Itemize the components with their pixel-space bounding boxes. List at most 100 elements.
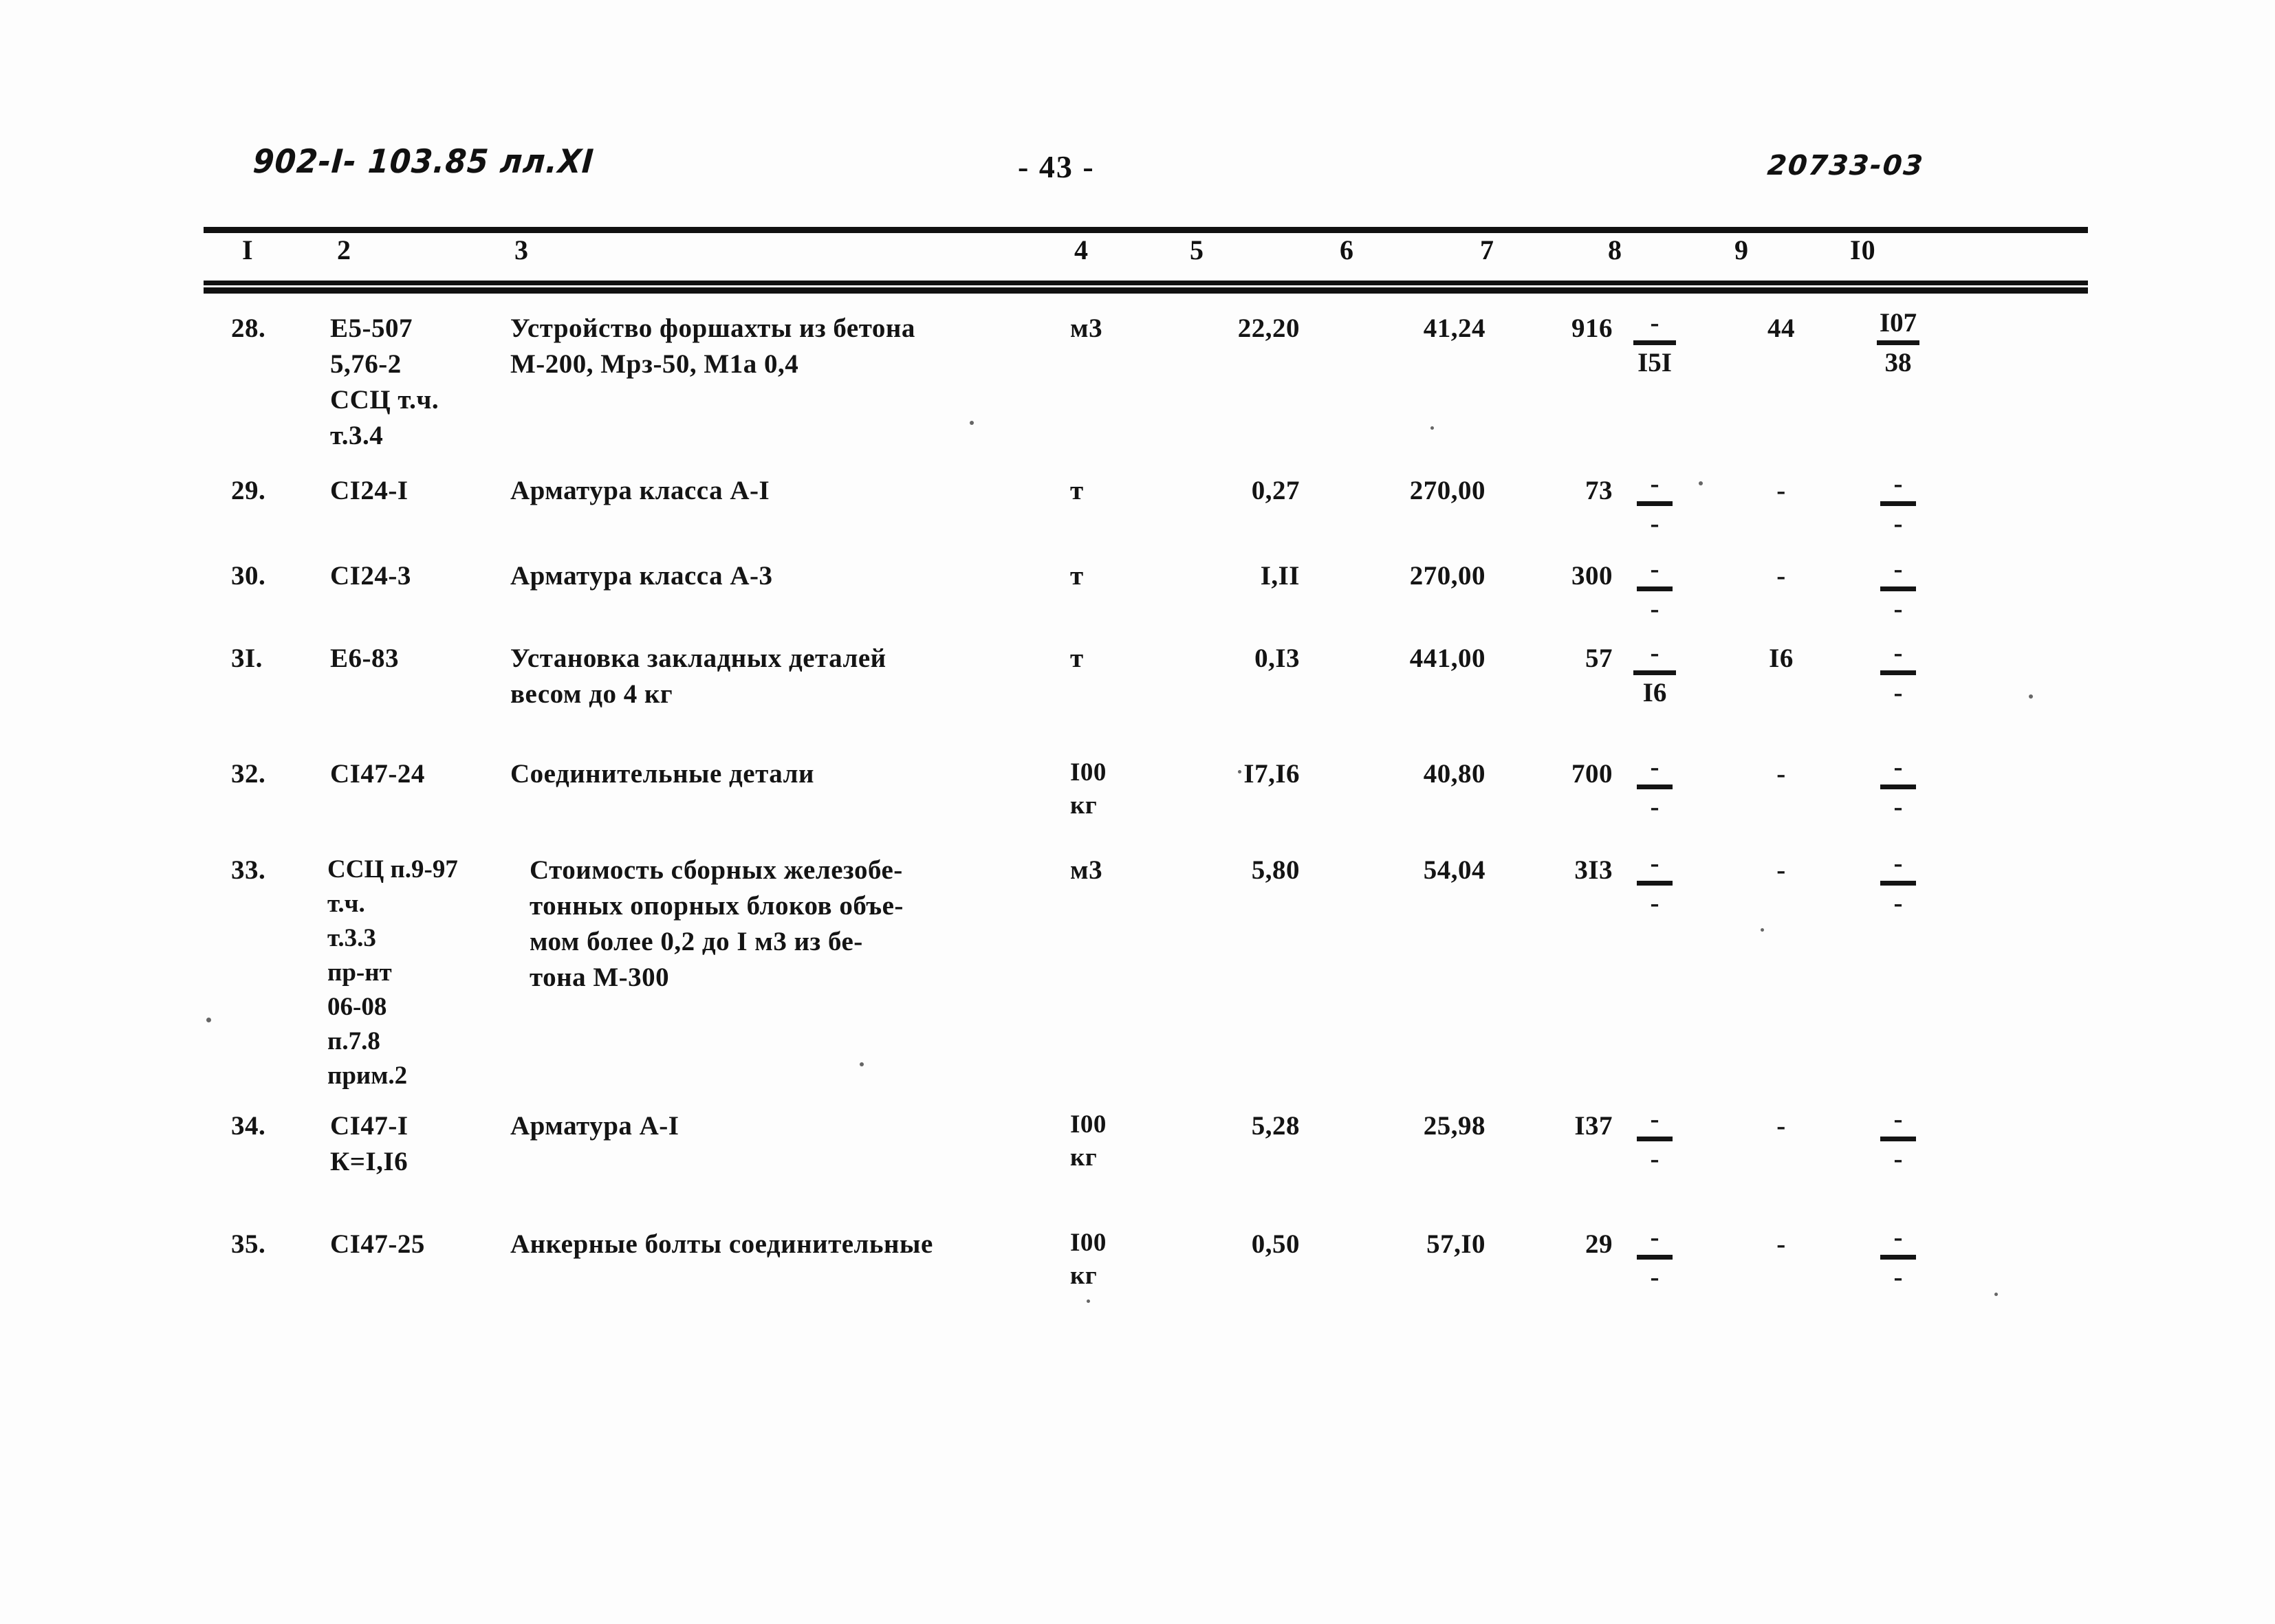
row-col10-fraction: - - (1857, 752, 1939, 822)
row-col10-denominator: - (1893, 594, 1903, 624)
column-header-5: 5 (1190, 234, 1204, 265)
row-total: I37 (1574, 1111, 1613, 1141)
row-col10-denominator: - (1893, 678, 1903, 707)
row-col9: - (1776, 1111, 1786, 1141)
row-col8-denominator: - (1650, 594, 1659, 624)
row-col8-numerator: - (1650, 1222, 1659, 1252)
row-col8-numerator: - (1650, 554, 1659, 584)
row-unit: т (1070, 561, 1084, 591)
page-header: 902-I- 103.85 лл.XI - 43 - 20733-03 (0, 142, 2275, 199)
row-col10-numerator: I07 (1879, 308, 1917, 338)
scan-speck (1430, 426, 1434, 430)
scan-speck (1699, 481, 1703, 485)
row-col10-numerator: - (1893, 1222, 1903, 1252)
row-unit-price: 270,00 (1409, 476, 1485, 505)
row-col10-denominator: - (1893, 509, 1903, 538)
row-number: 3I. (231, 644, 263, 673)
row-number: 33. (231, 855, 266, 885)
row-unit-price: 441,00 (1409, 644, 1485, 673)
row-total: 29 (1585, 1229, 1613, 1259)
row-code: СI47-I К=I,I6 (330, 1111, 409, 1176)
row-total: 3I3 (1574, 855, 1613, 885)
row-col8-denominator: - (1650, 888, 1659, 918)
table-header-rule-2 (204, 287, 2088, 294)
row-col10-denominator: 38 (1884, 348, 1912, 377)
row-col10-fraction: - - (1857, 1222, 1939, 1293)
row-col9: - (1776, 476, 1786, 505)
row-unit-price: 270,00 (1409, 561, 1485, 591)
row-description: Арматура класса А-I (510, 476, 770, 505)
row-quantity: I7,I6 (1243, 759, 1300, 789)
row-quantity: 0,50 (1251, 1229, 1300, 1259)
row-unit: I00 кг (1070, 1110, 1107, 1172)
row-col10-denominator: - (1893, 1262, 1903, 1292)
fraction-bar (1637, 1255, 1673, 1260)
row-number: 30. (231, 561, 266, 591)
fraction-bar (1637, 586, 1673, 591)
fraction-bar (1880, 586, 1916, 591)
row-quantity: 5,80 (1251, 855, 1300, 885)
sheet-code-handwritten: 20733-03 (1765, 150, 1926, 182)
table-top-rule (204, 227, 2088, 233)
row-unit: I00 кг (1070, 758, 1107, 820)
row-col9: I6 (1769, 644, 1794, 673)
row-col8-numerator: - (1650, 848, 1659, 878)
row-description: Соединительные детали (510, 759, 814, 789)
scan-speck (2029, 694, 2033, 699)
column-header-8: 8 (1608, 234, 1622, 265)
row-quantity: 0,I3 (1254, 644, 1300, 673)
row-col10-fraction: - - (1857, 554, 1939, 624)
row-col10-numerator: - (1893, 554, 1903, 584)
column-header-6: 6 (1340, 234, 1354, 265)
row-description: Арматура класса А-3 (510, 561, 773, 591)
scan-speck (1238, 770, 1241, 773)
fraction-bar (1880, 1255, 1916, 1260)
fraction-bar (1880, 784, 1916, 789)
row-description: Стоимость сборных железобе- тонных опорн… (530, 855, 904, 992)
row-col9: - (1776, 759, 1786, 789)
row-col8-denominator: I6 (1642, 678, 1667, 707)
column-header-10: I0 (1850, 234, 1876, 265)
row-col10-fraction: - - (1857, 638, 1939, 708)
row-unit: т (1070, 644, 1084, 673)
scan-speck (1087, 1299, 1090, 1303)
row-code: СI24-I (330, 476, 409, 505)
row-total: 57 (1585, 644, 1613, 673)
row-col10-fraction: - - (1857, 848, 1939, 919)
row-col10-denominator: - (1893, 792, 1903, 822)
row-col8-fraction: - I5I (1613, 308, 1696, 378)
column-header-7: 7 (1480, 234, 1494, 265)
row-description: Арматура А-I (510, 1111, 679, 1141)
row-code: СI47-24 (330, 759, 425, 789)
row-code: Е5-507 5,76-2 ССЦ т.ч. т.3.4 (330, 314, 439, 450)
fraction-bar (1633, 670, 1676, 675)
row-col8-fraction: - - (1613, 1104, 1696, 1174)
row-col8-denominator: - (1650, 509, 1659, 538)
row-col8-numerator: - (1650, 308, 1659, 338)
row-col8-numerator: - (1650, 469, 1659, 498)
row-quantity: I,II (1260, 561, 1300, 591)
scan-speck (1994, 1293, 1998, 1296)
row-col8-numerator: - (1650, 638, 1659, 668)
row-col9: - (1776, 855, 1786, 885)
column-header-9: 9 (1734, 234, 1749, 265)
row-number: 34. (231, 1111, 266, 1141)
row-unit: м3 (1070, 855, 1103, 885)
row-col8-fraction: - - (1613, 554, 1696, 624)
table-header-rule (204, 281, 2088, 285)
row-quantity: 5,28 (1251, 1111, 1300, 1141)
row-unit-price: 57,I0 (1426, 1229, 1485, 1259)
row-description: Анкерные болты соединительные (510, 1229, 933, 1259)
scan-speck (970, 421, 974, 425)
document-code-handwritten: 902-I- 103.85 лл.XI (252, 142, 596, 182)
fraction-bar (1880, 501, 1916, 506)
row-col9: 44 (1767, 314, 1795, 343)
row-col8-denominator: - (1650, 1262, 1659, 1292)
page-number: - 43 - (1018, 149, 1095, 184)
row-unit: I00 кг (1070, 1229, 1107, 1290)
row-col8-numerator: - (1650, 752, 1659, 782)
fraction-bar (1637, 1137, 1673, 1141)
fraction-bar (1637, 784, 1673, 789)
row-col8-denominator: I5I (1637, 348, 1672, 377)
row-col10-numerator: - (1893, 752, 1903, 782)
